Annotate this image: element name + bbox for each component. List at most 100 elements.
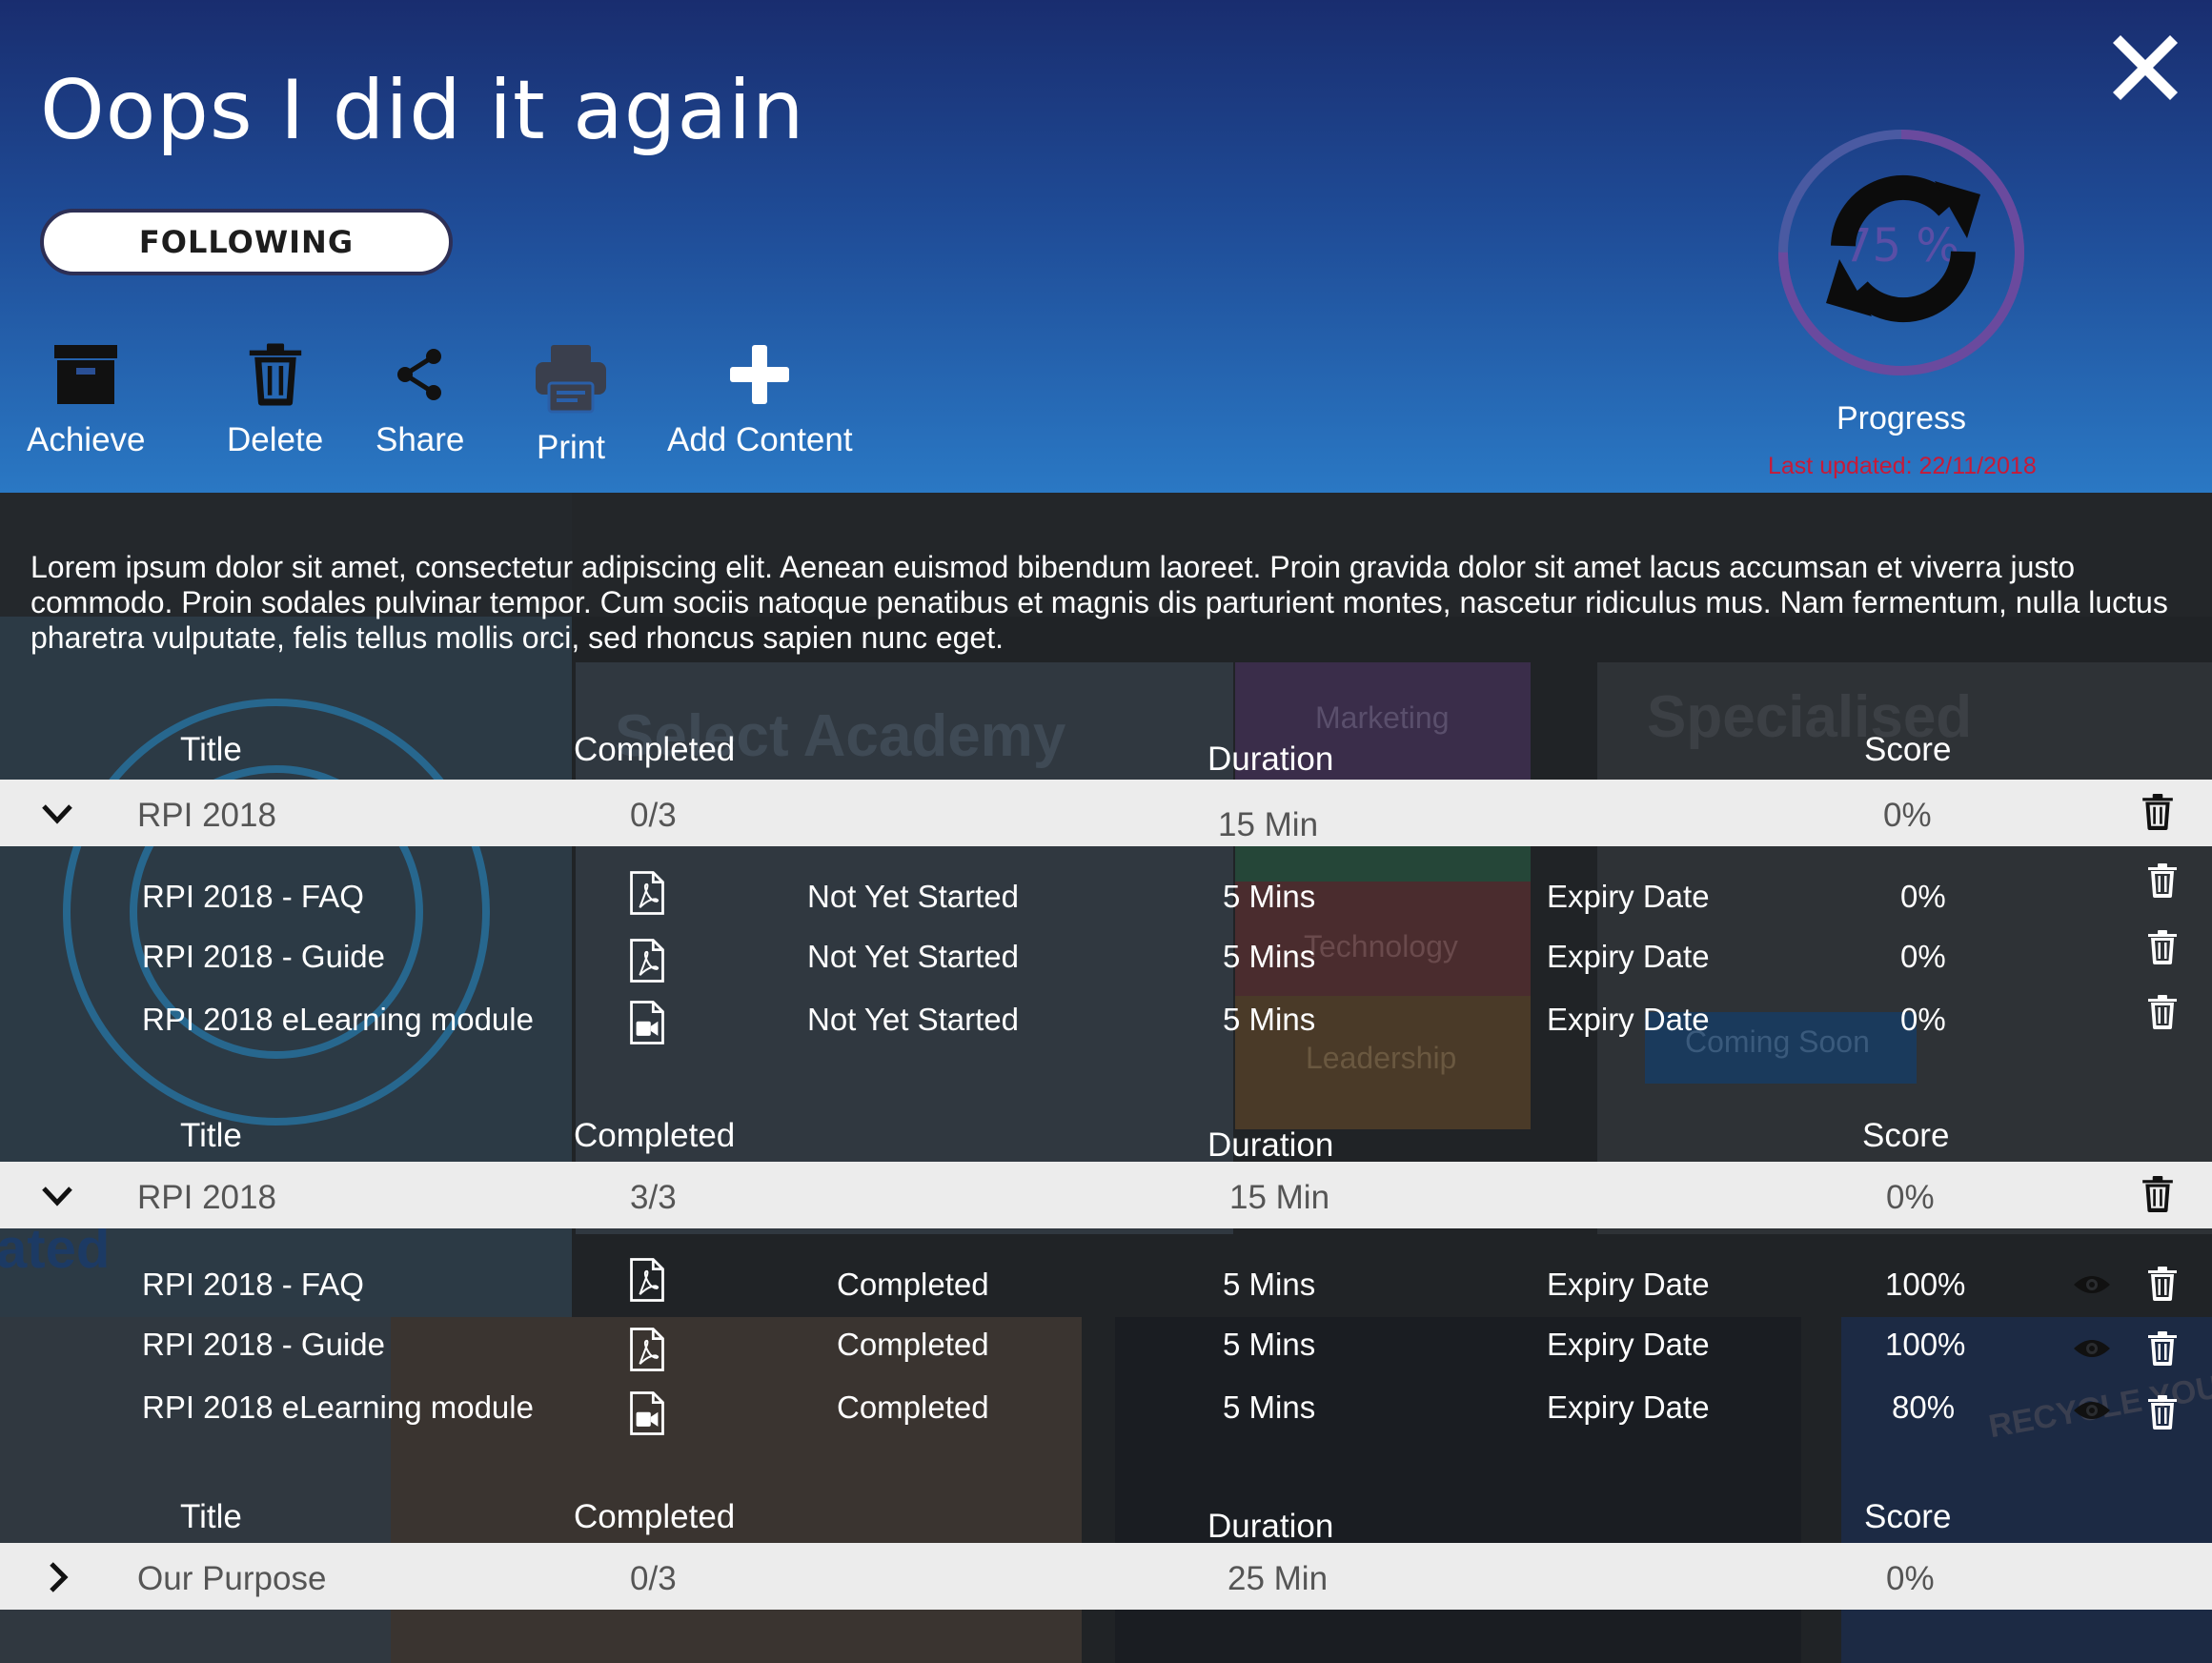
group-duration: 15 Min — [1218, 806, 1319, 843]
print-label: Print — [537, 429, 605, 466]
bg-coming-soon-label: Coming Soon — [1685, 1024, 1870, 1059]
item-status: Completed — [837, 1389, 989, 1425]
video-file-icon[interactable] — [629, 1391, 665, 1435]
item-duration: 5 Mins — [1223, 1389, 1316, 1425]
pdf-icon[interactable] — [629, 1328, 665, 1371]
trash-icon — [248, 343, 303, 406]
trash-icon[interactable] — [2147, 930, 2178, 964]
chevron-down-icon[interactable] — [40, 1179, 74, 1213]
achieve-button[interactable]: Achieve — [27, 343, 146, 459]
group-name: RPI 2018 — [137, 797, 276, 834]
bg-tile-technology-label: Technology — [1304, 929, 1458, 963]
bg-image-bottom-4 — [1841, 1317, 2212, 1663]
add-content-button[interactable]: Add Content — [667, 343, 853, 459]
progress-label: Progress — [1836, 400, 1967, 436]
col-header-completed: Completed — [574, 1117, 736, 1154]
share-button[interactable]: Share — [375, 343, 464, 459]
item-score: 100% — [1885, 1327, 1966, 1362]
item-duration: 5 Mins — [1223, 1327, 1316, 1362]
item-expiry: Expiry Date — [1547, 1327, 1710, 1362]
item-status: Not Yet Started — [807, 879, 1019, 914]
group-completed: 0/3 — [630, 797, 677, 834]
item-score: 0% — [1900, 939, 1946, 974]
print-button[interactable]: Print — [534, 343, 608, 467]
eye-icon[interactable] — [2073, 1337, 2111, 1360]
item-duration: 5 Mins — [1223, 939, 1316, 974]
group-name: Our Purpose — [137, 1560, 327, 1597]
group-score: 0% — [1886, 1560, 1935, 1597]
share-icon — [396, 349, 441, 400]
col-header-score: Score — [1862, 1117, 1950, 1154]
col-header-duration: Duration — [1207, 740, 1334, 778]
item-title[interactable]: RPI 2018 eLearning module — [142, 1389, 534, 1426]
col-header-title: Title — [180, 1498, 242, 1535]
pdf-icon[interactable] — [629, 1258, 665, 1302]
item-expiry: Expiry Date — [1547, 939, 1710, 974]
delete-button[interactable]: Delete — [227, 343, 323, 459]
content-area: Select Academy Marketing Technology Lead… — [0, 493, 2212, 1663]
pdf-icon[interactable] — [629, 871, 665, 915]
item-title[interactable]: RPI 2018 - FAQ — [142, 1267, 364, 1303]
group-name: RPI 2018 — [137, 1179, 276, 1216]
item-status: Not Yet Started — [807, 939, 1019, 974]
chevron-right-icon[interactable] — [40, 1560, 74, 1594]
col-header-score: Score — [1864, 1498, 1952, 1535]
trash-icon[interactable] — [2141, 1176, 2174, 1212]
col-header-score: Score — [1864, 731, 1952, 768]
trash-icon[interactable] — [2147, 1331, 2178, 1366]
trash-icon[interactable] — [2141, 794, 2174, 830]
page-title: Oops I did it again — [40, 63, 805, 158]
delete-label: Delete — [227, 421, 324, 458]
share-label: Share — [375, 421, 465, 458]
item-score: 0% — [1900, 1002, 1946, 1037]
item-title[interactable]: RPI 2018 - FAQ — [142, 879, 364, 915]
trash-icon[interactable] — [2147, 863, 2178, 898]
header: Oops I did it again FOLLOWING Achieve De… — [0, 0, 2212, 493]
item-status: Not Yet Started — [807, 1002, 1019, 1037]
group-completed: 0/3 — [630, 1560, 677, 1597]
group-completed: 3/3 — [630, 1179, 677, 1216]
bg-image-bottom-3 — [1115, 1317, 1801, 1663]
refresh-icon — [1826, 174, 1980, 323]
eye-icon[interactable] — [2073, 1273, 2111, 1296]
bg-tile-leadership-label: Leadership — [1306, 1041, 1457, 1075]
item-title[interactable]: RPI 2018 eLearning module — [142, 1002, 534, 1038]
eye-icon[interactable] — [2073, 1399, 2111, 1422]
item-expiry: Expiry Date — [1547, 879, 1710, 914]
close-icon[interactable] — [2111, 33, 2180, 102]
trash-icon[interactable] — [2147, 995, 2178, 1029]
item-duration: 5 Mins — [1223, 1267, 1316, 1302]
item-duration: 5 Mins — [1223, 1002, 1316, 1037]
video-file-icon[interactable] — [629, 1001, 665, 1044]
group-duration: 15 Min — [1229, 1179, 1330, 1216]
following-button[interactable]: FOLLOWING — [40, 209, 453, 275]
group-row[interactable]: RPI 2018 0/3 15 Min 0% — [0, 780, 2212, 846]
item-duration: 5 Mins — [1223, 879, 1316, 914]
col-header-title: Title — [180, 731, 242, 768]
achieve-label: Achieve — [27, 421, 146, 458]
progress-ring: 75 % — [1773, 124, 2030, 381]
group-score: 0% — [1886, 1179, 1935, 1216]
group-row[interactable]: Our Purpose 0/3 25 Min 0% — [0, 1543, 2212, 1610]
item-score: 0% — [1900, 879, 1946, 914]
item-score: 100% — [1885, 1267, 1966, 1302]
item-expiry: Expiry Date — [1547, 1002, 1710, 1037]
chevron-down-icon[interactable] — [40, 797, 74, 831]
plus-icon — [730, 345, 790, 404]
progress-widget: 75 % Progress Last updated: 22/11/2018 — [1768, 124, 2037, 480]
description: Lorem ipsum dolor sit amet, consectetur … — [30, 550, 2168, 655]
group-row[interactable]: RPI 2018 3/3 15 Min 0% — [0, 1162, 2212, 1228]
item-status: Completed — [837, 1327, 989, 1362]
pdf-icon[interactable] — [629, 939, 665, 983]
bg-tile-marketing-label: Marketing — [1315, 700, 1450, 735]
item-status: Completed — [837, 1267, 989, 1302]
col-header-completed: Completed — [574, 731, 736, 768]
trash-icon[interactable] — [2147, 1395, 2178, 1430]
col-header-completed: Completed — [574, 1498, 736, 1535]
group-duration: 25 Min — [1228, 1560, 1329, 1597]
item-title[interactable]: RPI 2018 - Guide — [142, 1327, 385, 1363]
printer-icon — [536, 345, 606, 414]
trash-icon[interactable] — [2147, 1267, 2178, 1301]
item-title[interactable]: RPI 2018 - Guide — [142, 939, 385, 975]
col-header-title: Title — [180, 1117, 242, 1154]
